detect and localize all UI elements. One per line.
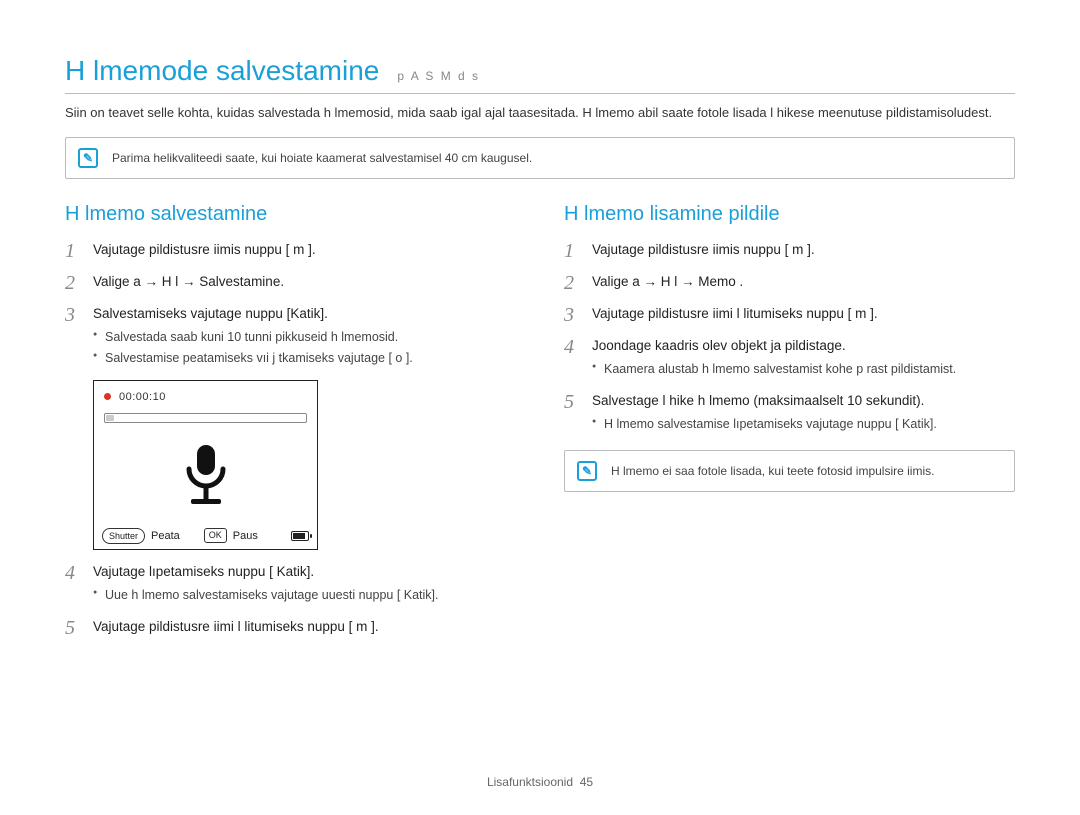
step-sublist: Salvestada saab kuni 10 tunni pikkuseid …	[93, 328, 516, 368]
step-number: 2	[65, 272, 83, 294]
sub-bullet: H lmemo salvestamise lıpetamiseks vajuta…	[592, 415, 1015, 434]
note-icon: ✎	[78, 148, 98, 168]
sub-bullet: Salvestada saab kuni 10 tunni pikkuseid …	[93, 328, 516, 347]
left-step-3: 3 Salvestamiseks vajutage nuppu [Katik].…	[65, 304, 516, 370]
tip-box-right: ✎ H lmemo ei saa fotole lisada, kui teet…	[564, 450, 1015, 492]
recorder-progress-fill	[106, 415, 114, 421]
step-body: Salvestamiseks vajutage nuppu [Katik]. S…	[93, 304, 516, 370]
left-step-2: 2 Valige a → H l → Salvestamine.	[65, 272, 516, 294]
right-step-4: 4 Joondage kaadris olev objekt ja pildis…	[564, 336, 1015, 381]
recorder-time: 00:00:10	[119, 391, 166, 403]
shutter-button-label: Shutter	[102, 528, 145, 544]
content-columns: H lmemo salvestamine 1 Vajutage pildistu…	[65, 203, 1015, 649]
ok-action: Paus	[233, 530, 258, 542]
step-number: 1	[65, 240, 83, 262]
left-step-5: 5 Vajutage pildistusre iimi l litumiseks…	[65, 617, 516, 639]
step-body: Joondage kaadris olev objekt ja pildista…	[592, 336, 1015, 381]
left-column: H lmemo salvestamine 1 Vajutage pildistu…	[65, 203, 516, 649]
right-step-3: 3 Vajutage pildistusre iimi l litumiseks…	[564, 304, 1015, 326]
sub-bullet: Kaamera alustab h lmemo salvestamist koh…	[592, 360, 1015, 379]
right-step-1: 1 Vajutage pildistusre iimis nuppu [ m ]…	[564, 240, 1015, 262]
step-number: 4	[65, 562, 83, 584]
battery-fill	[293, 533, 305, 539]
step-text: Salvestage l hike h lmemo (maksimaalselt…	[592, 393, 924, 408]
sub-bullet: Salvestamise peatamiseks vıi j tkamiseks…	[93, 349, 516, 368]
step-text: Vajutage pildistusre iimis nuppu [ m ].	[592, 240, 1015, 260]
record-indicator-icon	[104, 393, 111, 400]
right-step-2: 2 Valige a → H l → Memo .	[564, 272, 1015, 294]
intro-text: Siin on teavet selle kohta, kuidas salve…	[65, 104, 1015, 123]
step-text: Vajutage pildistusre iimi l litumiseks n…	[93, 617, 516, 637]
step-text: Vajutage pildistusre iimis nuppu [ m ].	[93, 240, 516, 260]
step-text: Vajutage lıpetamiseks nuppu [ Katik].	[93, 564, 314, 579]
page-title: H lmemode salvestamine	[65, 55, 379, 87]
recorder-preview: 00:00:10 Shutter Peata OK Paus	[93, 380, 318, 550]
step-text: Valige a → H l → Salvestamine.	[93, 272, 516, 292]
left-step-4: 4 Vajutage lıpetamiseks nuppu [ Katik]. …	[65, 562, 516, 607]
step-body: Salvestage l hike h lmemo (maksimaalselt…	[592, 391, 1015, 436]
step-text: Vajutage pildistusre iimi l litumiseks n…	[592, 304, 1015, 324]
recorder-footer: Shutter Peata OK Paus	[94, 524, 317, 549]
page-footer: Lisafunktsioonid 45	[0, 775, 1080, 789]
left-section-title: H lmemo salvestamine	[65, 203, 516, 226]
footer-section: Lisafunktsioonid	[487, 775, 573, 789]
left-step-1: 1 Vajutage pildistusre iimis nuppu [ m ]…	[65, 240, 516, 262]
ok-button-label: OK	[204, 528, 227, 543]
step-number: 2	[564, 272, 582, 294]
sub-bullet: Uue h lmemo salvestamiseks vajutage uues…	[93, 586, 516, 605]
shutter-action: Peata	[151, 530, 180, 542]
step-body: Vajutage lıpetamiseks nuppu [ Katik]. Uu…	[93, 562, 516, 607]
step-number: 3	[65, 304, 83, 326]
tip-text: Parima helikvaliteedi saate, kui hoiate …	[112, 151, 532, 165]
step-number: 4	[564, 336, 582, 358]
recorder-progress	[104, 413, 307, 423]
step-number: 5	[564, 391, 582, 413]
right-column: H lmemo lisamine pildile 1 Vajutage pild…	[564, 203, 1015, 649]
step-sublist: Uue h lmemo salvestamiseks vajutage uues…	[93, 586, 516, 605]
right-section-title: H lmemo lisamine pildile	[564, 203, 1015, 226]
step-number: 1	[564, 240, 582, 262]
footer-page: 45	[580, 775, 593, 789]
step-text: Joondage kaadris olev objekt ja pildista…	[592, 338, 846, 353]
page-header: H lmemode salvestamine p A S M d s	[65, 55, 1015, 94]
tip-text: H lmemo ei saa fotole lisada, kui teete …	[611, 464, 934, 478]
battery-icon	[291, 531, 309, 541]
step-text: Salvestamiseks vajutage nuppu [Katik].	[93, 306, 328, 321]
step-sublist: Kaamera alustab h lmemo salvestamist koh…	[592, 360, 1015, 379]
step-sublist: H lmemo salvestamise lıpetamiseks vajuta…	[592, 415, 1015, 434]
right-step-5: 5 Salvestage l hike h lmemo (maksimaalse…	[564, 391, 1015, 436]
step-text: Valige a → H l → Memo .	[592, 272, 1015, 292]
note-icon: ✎	[577, 461, 597, 481]
tip-box-top: ✎ Parima helikvaliteedi saate, kui hoiat…	[65, 137, 1015, 179]
mode-indicators: p A S M d s	[397, 69, 480, 83]
recorder-top: 00:00:10	[94, 381, 317, 413]
microphone-icon	[94, 429, 317, 524]
step-number: 5	[65, 617, 83, 639]
step-number: 3	[564, 304, 582, 326]
